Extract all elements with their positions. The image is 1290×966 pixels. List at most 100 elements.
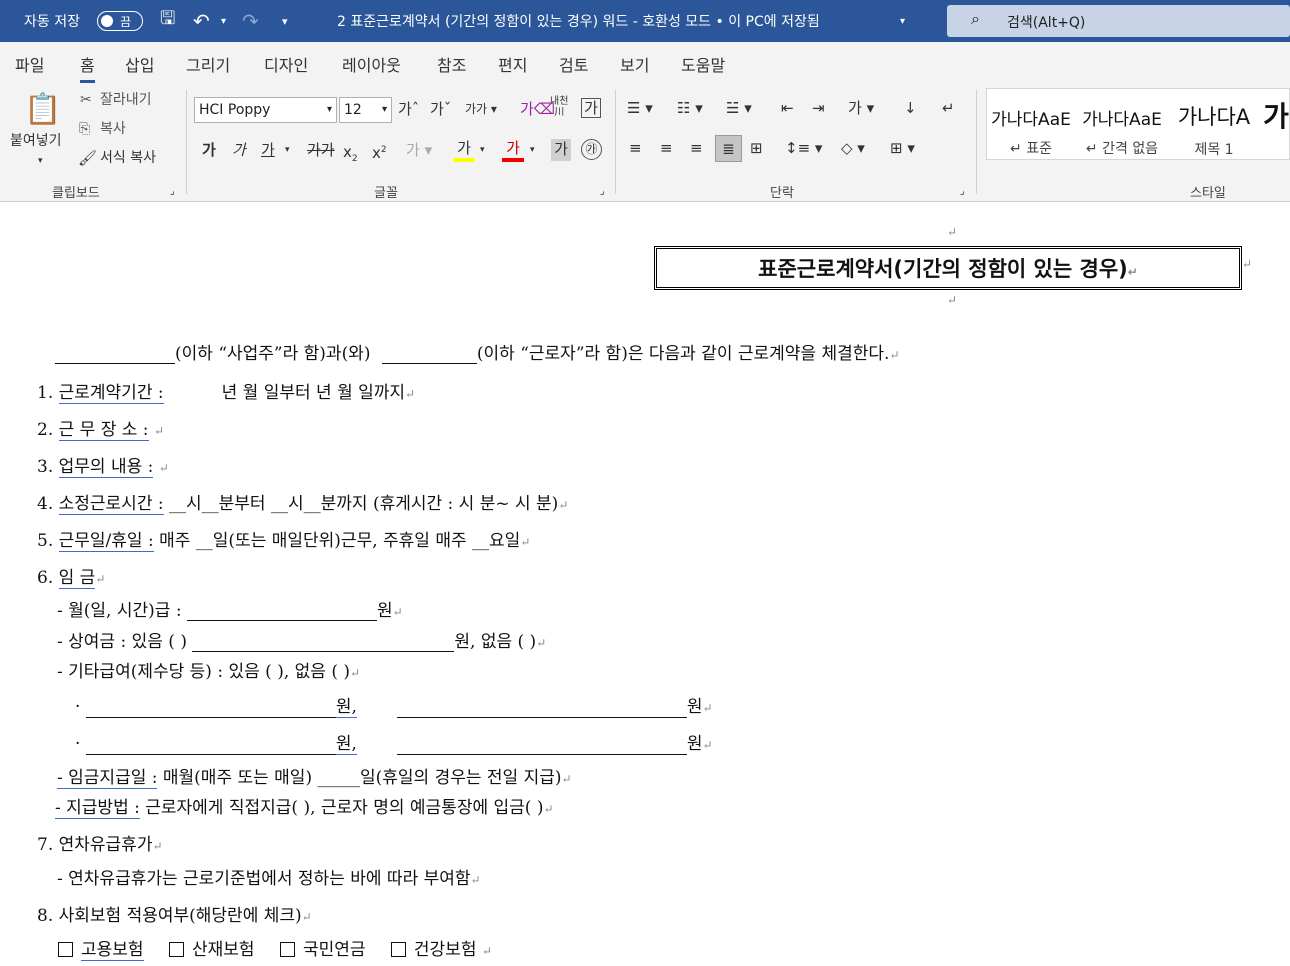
tab-help[interactable]: 도움말 xyxy=(681,52,725,76)
numbering-icon[interactable]: ☷ ▾ xyxy=(677,98,703,118)
search-icon: ⌕ xyxy=(971,9,980,28)
tab-review[interactable]: 검토 xyxy=(559,52,588,76)
copy-icon[interactable]: ⎘ xyxy=(79,119,90,139)
tab-layout[interactable]: 레이아웃 xyxy=(342,52,401,76)
autosave-toggle[interactable]: 끔 xyxy=(97,11,143,31)
search-box[interactable]: ⌕ 검색(Alt+Q) xyxy=(947,5,1290,37)
italic-button[interactable]: 가 xyxy=(232,140,246,160)
employee-blank[interactable] xyxy=(381,363,477,364)
underline-button[interactable]: 가 xyxy=(261,140,275,160)
style-title[interactable]: 가 xyxy=(1263,89,1289,161)
title-dropdown-icon[interactable]: ▾ xyxy=(900,0,905,42)
save-icon[interactable]: 🖫 xyxy=(160,0,175,42)
wage-method: - 지급방법 : 근로자에게 직접지급( ), 근로자 명의 예금통장에 입금(… xyxy=(55,798,554,819)
tab-design[interactable]: 디자인 xyxy=(264,52,308,76)
highlight-dropdown-icon[interactable]: ▾ xyxy=(480,140,485,160)
title-bar: 자동 저장 끔 🖫 ↶ ▾ ↷ ▾ 2 표준근로계약서 (기간의 정함이 있는 … xyxy=(0,0,1290,42)
strikethrough-icon[interactable]: 가가 xyxy=(307,140,335,160)
tab-mailings[interactable]: 편지 xyxy=(498,52,527,76)
font-group-label: 글꼴 xyxy=(374,186,398,201)
style-normal[interactable]: 가나다AaE ↵ 표준 xyxy=(987,89,1075,161)
search-input: 검색(Alt+Q) xyxy=(1007,15,1086,31)
accident-insurance-checkbox[interactable] xyxy=(168,942,184,957)
paste-dropdown-icon[interactable]: ▾ xyxy=(38,151,43,171)
paste-icon[interactable]: 📋 xyxy=(24,90,61,130)
sort-icon[interactable]: ↓ xyxy=(904,98,917,118)
text-direction-icon[interactable]: 가 ▾ xyxy=(848,98,874,118)
underline-dropdown-icon[interactable]: ▾ xyxy=(285,140,290,160)
customize-toolbar-icon[interactable]: ▾ xyxy=(282,0,288,42)
wage-monthly: - 월(일, 시간)급 : 원↵ xyxy=(57,601,403,621)
font-launcher-icon[interactable]: ⌟ xyxy=(600,182,605,202)
font-size-value: 12 xyxy=(344,102,362,118)
bold-button[interactable]: 가 xyxy=(202,140,216,160)
text-effects-icon[interactable]: 가 ▾ xyxy=(406,140,432,160)
health-insurance-checkbox[interactable] xyxy=(390,942,406,957)
align-right-icon[interactable]: ≡ xyxy=(690,138,703,158)
subscript-icon[interactable]: x2 xyxy=(343,142,358,169)
tab-home[interactable]: 홈 xyxy=(80,52,95,83)
highlight-button[interactable]: 가 xyxy=(453,138,475,162)
font-color-dropdown-icon[interactable]: ▾ xyxy=(530,140,535,160)
align-left-icon[interactable]: ≡ xyxy=(629,138,642,158)
font-name-dropdown[interactable]: HCI Poppy ▾ xyxy=(194,97,337,123)
clause-7: 7. 연차유급휴가↵ xyxy=(37,835,163,855)
tab-insert[interactable]: 삽입 xyxy=(125,52,154,76)
style-heading-1[interactable]: 가나다A 제목 1 xyxy=(1169,89,1259,161)
wage-bonus-blank[interactable] xyxy=(192,651,455,652)
cut-icon[interactable]: ✂ xyxy=(80,90,92,110)
character-border-icon[interactable]: 가 xyxy=(581,98,601,118)
font-size-dropdown[interactable]: 12 ▾ xyxy=(339,97,392,123)
increase-indent-icon[interactable]: ⇥ xyxy=(812,98,825,118)
cut-button[interactable]: 잘라내기 xyxy=(100,90,152,110)
decrease-indent-icon[interactable]: ⇤ xyxy=(781,98,794,118)
tab-view[interactable]: 보기 xyxy=(620,52,649,76)
redo-icon[interactable]: ↷ xyxy=(242,0,259,42)
format-painter-button[interactable]: 서식 복사 xyxy=(100,148,156,168)
enclose-characters-icon[interactable]: ㉮ xyxy=(581,139,602,160)
national-pension-checkbox[interactable] xyxy=(279,942,295,957)
menu-bar: 파일 홈 삽입 그리기 디자인 레이아웃 참조 편지 검토 보기 도움말 xyxy=(0,42,1290,84)
paragraph-launcher-icon[interactable]: ⌟ xyxy=(960,182,965,202)
style-no-spacing[interactable]: 가나다AaE ↵ 간격 없음 xyxy=(1079,89,1165,161)
change-case-icon[interactable]: 가가 ▾ xyxy=(465,99,497,119)
shading-icon[interactable]: ◇ ▾ xyxy=(841,138,865,158)
multilevel-list-icon[interactable]: ☱ ▾ xyxy=(726,98,752,118)
copy-button[interactable]: 복사 xyxy=(100,119,126,139)
clipboard-launcher-icon[interactable]: ⌟ xyxy=(170,182,175,202)
employment-insurance-checkbox[interactable] xyxy=(58,942,73,957)
justify-icon[interactable]: ≣ xyxy=(715,135,742,162)
character-shading-icon[interactable]: 가 xyxy=(551,139,571,161)
grow-font-icon[interactable]: 가ˆ xyxy=(398,99,419,119)
bullets-icon[interactable]: ☰ ▾ xyxy=(627,98,653,118)
clipboard-group-label: 클립보드 xyxy=(52,186,100,201)
employer-blank[interactable] xyxy=(55,363,175,364)
borders-icon[interactable]: ⊞ ▾ xyxy=(890,138,915,158)
clause-6: 6. 임 금↵ xyxy=(37,568,106,589)
chevron-down-icon: ▾ xyxy=(326,104,332,115)
paragraph-group-label: 단락 xyxy=(770,186,794,201)
paste-button[interactable]: 붙여넣기 xyxy=(10,131,62,151)
show-formatting-marks-icon[interactable]: ↵ xyxy=(942,98,955,118)
wage-monthly-blank[interactable] xyxy=(186,620,377,621)
shrink-font-icon[interactable]: 가ˇ xyxy=(430,99,451,119)
superscript-icon[interactable]: x2 xyxy=(372,140,387,163)
styles-group-label: 스타일 xyxy=(1190,186,1226,201)
phonetic-guide-icon[interactable]: 내천 川 xyxy=(550,96,568,118)
styles-gallery: 가나다AaE ↵ 표준 가나다AaE ↵ 간격 없음 가나다A 제목 1 가 xyxy=(986,88,1290,160)
clause-4: 4. 소정근로시간 : __시__분부터 __시__분까지 (휴게시간 : 시 … xyxy=(37,494,569,515)
undo-icon[interactable]: ↶ xyxy=(193,0,210,42)
clause-2: 2. 근 무 장 소 : ↵ xyxy=(37,420,164,441)
tab-references[interactable]: 참조 xyxy=(437,52,466,76)
distributed-icon[interactable]: ⊞ xyxy=(750,138,763,158)
line-spacing-icon[interactable]: ↕≡ ▾ xyxy=(785,138,822,158)
format-painter-icon[interactable]: 🖌 xyxy=(78,148,97,168)
tab-file[interactable]: 파일 xyxy=(15,52,44,76)
undo-dropdown-icon[interactable]: ▾ xyxy=(221,0,226,42)
tab-draw[interactable]: 그리기 xyxy=(186,52,230,76)
font-color-icon[interactable]: 가 xyxy=(502,138,524,162)
wage-payday: - 임금지급일 : 매월(매주 또는 매일) _____일(휴일의 경우는 전일… xyxy=(57,768,572,789)
intro-line: (이하 “사업주”라 함)과(와) (이하 “근로자”라 함)은 다음과 같이 … xyxy=(55,339,900,364)
document-page: ↵ 표준근로계약서(기간의 정함이 있는 경우)↵ ↵ ↵ (이하 “사업주”라… xyxy=(0,203,1290,966)
align-center-icon[interactable]: ≡ xyxy=(660,138,673,158)
